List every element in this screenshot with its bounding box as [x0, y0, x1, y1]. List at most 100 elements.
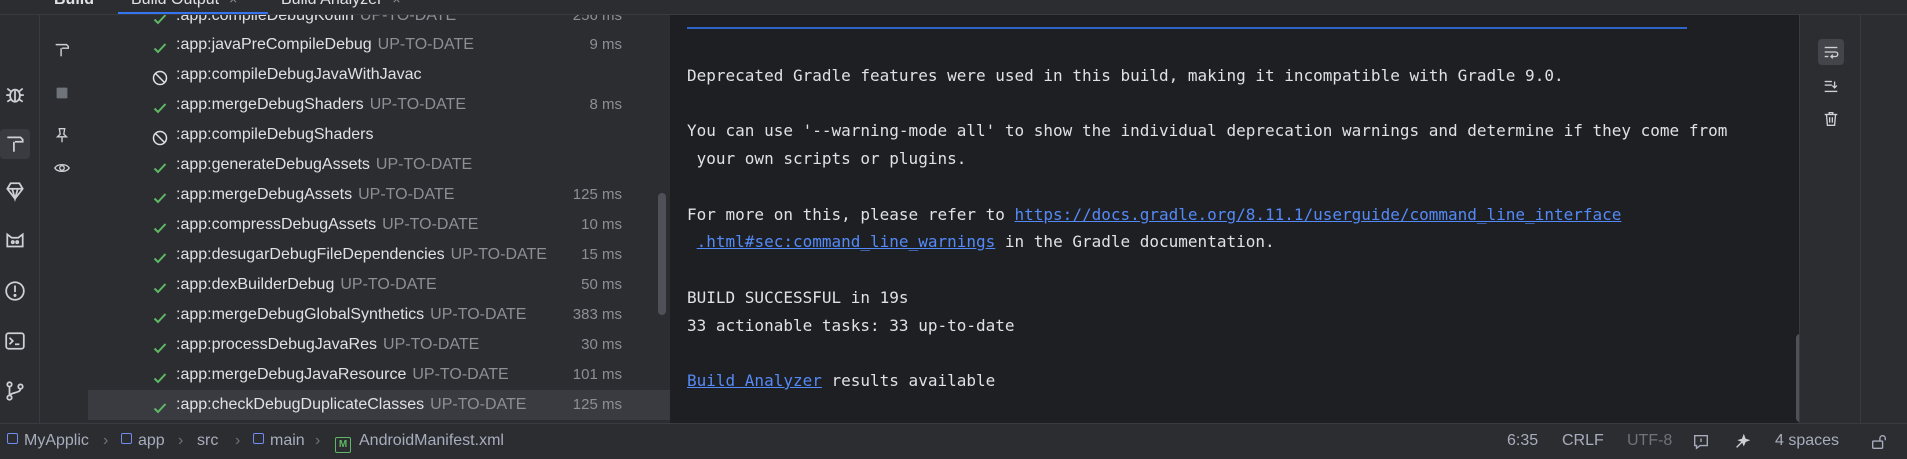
- task-row[interactable]: :app:compileDebugShaders: [88, 120, 670, 150]
- task-row[interactable]: :app:dexBuilderDebug UP-TO-DATE 50 ms: [88, 270, 670, 300]
- task-label: :app:mergeDebugShaders UP-TO-DATE: [176, 90, 466, 120]
- ai-assistant-icon[interactable]: [1733, 433, 1751, 456]
- task-row[interactable]: :app:compileDebugJavaWithJavac: [88, 60, 670, 90]
- task-row[interactable]: :app:mergeDebugAssets UP-TO-DATE 125 ms: [88, 180, 670, 210]
- comment-icon[interactable]: [1692, 433, 1710, 456]
- active-tab-indicator: [118, 12, 268, 14]
- check-icon: [152, 217, 168, 234]
- build-hammer-icon[interactable]: [0, 129, 30, 159]
- task-duration: 256 ms: [572, 15, 622, 24]
- build-hammer-icon[interactable]: [52, 40, 72, 60]
- problems-warning-icon[interactable]: [3, 279, 27, 303]
- console-line: your own scripts or plugins.: [687, 149, 967, 168]
- truncated-link-underline: [687, 27, 1687, 29]
- caret-position[interactable]: 6:35: [1507, 432, 1538, 450]
- task-name: :app:compileDebugKotlin: [176, 15, 354, 24]
- task-row[interactable]: :app:desugarDebugFileDependencies UP-TO-D…: [88, 240, 670, 270]
- task-label: :app:mergeDebugJavaResource UP-TO-DATE: [176, 360, 509, 390]
- breadcrumb-label: AndroidManifest.xml: [359, 432, 504, 449]
- task-row[interactable]: :app:compileDebugKotlin UP-TO-DATE 256 ms: [88, 15, 670, 31]
- task-label: :app:desugarDebugFileDependencies UP-TO-D…: [176, 240, 547, 270]
- task-label: :app:compileDebugJavaWithJavac: [176, 60, 421, 90]
- indent-setting[interactable]: 4 spaces: [1775, 432, 1839, 450]
- task-label: :app:compileDebugKotlin UP-TO-DATE: [176, 15, 456, 31]
- close-icon[interactable]: ×: [392, 0, 400, 7]
- task-duration: 101 ms: [572, 366, 622, 383]
- gradle-docs-link[interactable]: https://docs.gradle.org/8.11.1/userguide…: [1015, 205, 1622, 224]
- check-icon: [152, 37, 168, 54]
- breadcrumb-app[interactable]: app: [121, 432, 165, 450]
- tab-build-output[interactable]: Build Output ×: [131, 0, 237, 9]
- task-status: UP-TO-DATE: [375, 156, 473, 173]
- task-row[interactable]: :app:mergeDebugShaders UP-TO-DATE 8 ms: [88, 90, 670, 120]
- task-row[interactable]: :app:javaPreCompileDebug UP-TO-DATE 9 ms: [88, 30, 670, 60]
- task-row[interactable]: :app:generateDebugAssets UP-TO-DATE: [88, 150, 670, 180]
- stop-icon[interactable]: [52, 83, 72, 103]
- task-status: UP-TO-DATE: [383, 336, 480, 353]
- terminal-icon[interactable]: [3, 329, 27, 353]
- pin-icon[interactable]: [52, 125, 72, 145]
- breadcrumb-src[interactable]: src: [197, 432, 218, 450]
- task-row[interactable]: :app:processDebugJavaRes UP-TO-DATE 30 ms: [88, 330, 670, 360]
- file-encoding[interactable]: UTF-8: [1627, 432, 1672, 450]
- line-separator[interactable]: CRLF: [1562, 432, 1604, 450]
- task-label: :app:checkDebugDuplicateClasses UP-TO-DAT…: [176, 390, 526, 420]
- task-name: :app:desugarDebugFileDependencies: [176, 246, 445, 263]
- app-inspection-icon[interactable]: [3, 229, 27, 253]
- breadcrumb-main[interactable]: main: [253, 432, 305, 450]
- git-branch-icon[interactable]: [3, 379, 27, 403]
- breadcrumb-project[interactable]: MyApplic: [7, 432, 89, 450]
- trash-icon[interactable]: [1818, 106, 1844, 132]
- eye-icon[interactable]: [52, 158, 72, 178]
- gradle-docs-link-continued[interactable]: .html#sec:command_line_warnings: [697, 232, 996, 251]
- task-status: UP-TO-DATE: [359, 15, 457, 24]
- task-label: :app:mergeDebugGlobalSynthetics UP-TO-DAT…: [176, 300, 526, 330]
- task-row[interactable]: :app:mergeDebugJavaResource UP-TO-DATE 101…: [88, 360, 670, 390]
- right-tool-strip: [1860, 15, 1907, 423]
- check-icon: [152, 397, 168, 414]
- task-row[interactable]: :app:checkDebugDuplicateClasses UP-TO-DAT…: [88, 390, 670, 420]
- console-line: You can use '--warning-mode all' to show…: [687, 121, 1728, 140]
- lock-icon[interactable]: [1870, 433, 1888, 456]
- manifest-file-icon: M: [335, 437, 351, 453]
- task-label: :app:mergeDebugAssets UP-TO-DATE: [176, 180, 454, 210]
- task-status: UP-TO-DATE: [430, 306, 527, 323]
- breadcrumb-manifest[interactable]: M AndroidManifest.xml: [335, 432, 504, 453]
- check-icon: [152, 187, 168, 204]
- console-text: in the Gradle documentation.: [995, 232, 1275, 251]
- console-text: results available: [821, 371, 996, 390]
- breadcrumb-separator: ›: [103, 432, 109, 449]
- tab-label: Build Analyzer: [281, 0, 382, 8]
- build-toolbar: [40, 15, 88, 423]
- breadcrumb-separator: ›: [315, 432, 321, 449]
- task-label: :app:dexBuilderDebug UP-TO-DATE: [176, 270, 437, 300]
- skipped-icon: [152, 127, 168, 146]
- build-result: BUILD SUCCESSFUL in 19s: [687, 288, 909, 307]
- console-line: For more on this, please refer to https:…: [687, 205, 1621, 224]
- debug-bug-icon[interactable]: [3, 82, 27, 106]
- tab-build-analyzer[interactable]: Build Analyzer ×: [281, 0, 401, 9]
- task-status: UP-TO-DATE: [377, 36, 474, 53]
- task-name: :app:compileDebugJavaWithJavac: [176, 66, 422, 83]
- task-name: :app:mergeDebugJavaResource: [176, 366, 407, 383]
- console-line: .html#sec:command_line_warnings in the G…: [687, 232, 1275, 251]
- skipped-icon: [152, 67, 168, 86]
- close-icon[interactable]: ×: [229, 0, 237, 7]
- build-analyzer-link[interactable]: Build Analyzer: [687, 371, 822, 390]
- soft-wrap-icon[interactable]: [1818, 39, 1844, 65]
- task-status: UP-TO-DATE: [412, 366, 509, 383]
- tree-scrollbar[interactable]: [658, 193, 666, 315]
- task-row[interactable]: :app:mergeDebugGlobalSynthetics UP-TO-DAT…: [88, 300, 670, 330]
- scroll-to-end-icon[interactable]: [1818, 73, 1844, 99]
- task-name: :app:mergeDebugAssets: [176, 186, 353, 203]
- task-duration: 9 ms: [589, 36, 622, 53]
- check-icon: [152, 97, 168, 114]
- tool-window-header: Build Build Output × Build Analyzer ×: [0, 0, 1907, 15]
- task-status: UP-TO-DATE: [340, 276, 437, 293]
- check-icon: [152, 247, 168, 264]
- task-name: :app:dexBuilderDebug: [176, 276, 335, 293]
- task-row[interactable]: :app:compressDebugAssets UP-TO-DATE 10 ms: [88, 210, 670, 240]
- console-text: For more on this, please refer to: [687, 205, 1015, 224]
- gem-icon[interactable]: [3, 179, 27, 203]
- task-name: :app:mergeDebugShaders: [176, 96, 364, 113]
